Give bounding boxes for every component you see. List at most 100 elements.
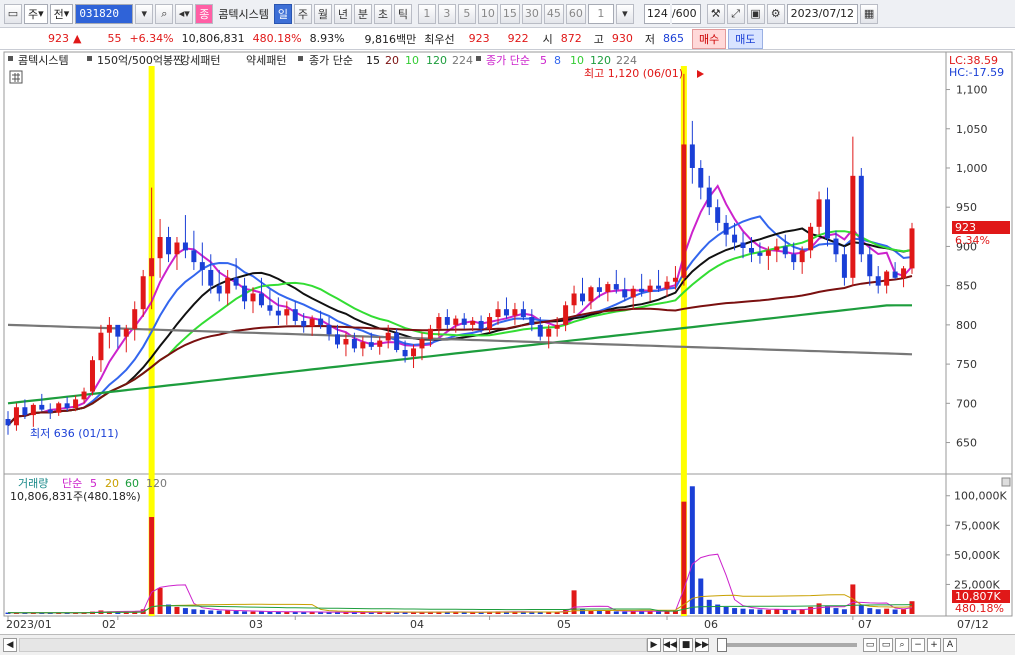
candle-body bbox=[301, 320, 307, 327]
candle-body bbox=[554, 324, 560, 329]
volume-ma-p2: 60 bbox=[125, 477, 139, 490]
date-axis-end: 07/12 bbox=[957, 618, 989, 631]
candle-body bbox=[774, 246, 780, 251]
volume-bar bbox=[867, 608, 873, 614]
candle-body bbox=[13, 407, 19, 426]
volume-bar bbox=[275, 611, 281, 614]
stop-icon[interactable]: ■ bbox=[679, 638, 693, 652]
price-axis-label: 700 bbox=[956, 397, 977, 410]
candle-body bbox=[901, 268, 907, 278]
price-chart[interactable]: 1,1001,0501,000950900850800750700650100,… bbox=[0, 0, 1015, 655]
legend-ma1-p4: 224 bbox=[452, 54, 473, 67]
volume-bar bbox=[182, 608, 188, 614]
zoom-out-icon[interactable]: ▭ bbox=[879, 638, 893, 652]
candle-body bbox=[732, 234, 738, 243]
candle-body bbox=[115, 324, 121, 337]
price-axis-label: 800 bbox=[956, 319, 977, 332]
price-axis-label: 950 bbox=[956, 201, 977, 214]
font-icon[interactable]: A bbox=[943, 638, 957, 652]
volume-bar bbox=[715, 604, 721, 614]
candle-body bbox=[258, 293, 264, 306]
grid-toggle-icon[interactable] bbox=[9, 70, 23, 84]
candle-body bbox=[816, 199, 822, 227]
candle-body bbox=[580, 293, 586, 302]
volume-bar bbox=[757, 609, 763, 614]
candle-body bbox=[343, 338, 349, 345]
candle-body bbox=[622, 289, 628, 298]
candle-body bbox=[470, 320, 476, 325]
chart-scrollbar[interactable]: ◀ ▶ ◀◀ ■ ▶▶ ▭ ▭ ⌕ − + A bbox=[0, 634, 1015, 655]
candle-body bbox=[495, 309, 501, 318]
search-icon[interactable]: ⌕ bbox=[895, 638, 909, 652]
volume-bar bbox=[225, 610, 231, 614]
price-tag-value: 923 bbox=[955, 221, 976, 234]
volume-bar bbox=[199, 609, 205, 614]
candle-body bbox=[225, 277, 231, 294]
candle-body bbox=[546, 328, 552, 337]
candle-body bbox=[630, 288, 636, 298]
price-axis-label: 850 bbox=[956, 280, 977, 293]
candle-body bbox=[596, 287, 602, 292]
candle-body bbox=[284, 309, 290, 316]
legend-pattern-1: 150억/500억봉찐 bbox=[97, 54, 183, 67]
zoom-slider[interactable] bbox=[717, 638, 857, 652]
candle-body bbox=[689, 144, 695, 168]
candle-body bbox=[351, 338, 357, 349]
candle-body bbox=[664, 281, 670, 289]
volume-bar bbox=[774, 609, 780, 614]
candle-body bbox=[833, 238, 839, 255]
minus-icon[interactable]: − bbox=[911, 638, 925, 652]
volume-bar bbox=[250, 611, 256, 614]
candle-body bbox=[512, 309, 518, 316]
candle-body bbox=[140, 276, 146, 310]
candle-body bbox=[394, 332, 400, 350]
candle-body bbox=[64, 403, 70, 409]
volume-bar bbox=[816, 603, 822, 614]
volume-bar bbox=[681, 501, 687, 614]
candle-body bbox=[757, 252, 763, 256]
candle-body bbox=[436, 317, 442, 329]
candle-body bbox=[791, 254, 797, 263]
candle-body bbox=[106, 324, 112, 333]
volume-bar bbox=[841, 609, 847, 614]
zoom-in-icon[interactable]: ▭ bbox=[863, 638, 877, 652]
plus-icon[interactable]: + bbox=[927, 638, 941, 652]
candle-body bbox=[529, 317, 535, 325]
date-axis: 2023/01 02 03 04 05 06 07 07/12 bbox=[0, 616, 1015, 634]
forward-icon[interactable]: ▶▶ bbox=[695, 638, 709, 652]
volume-bar bbox=[875, 609, 881, 614]
play-icon[interactable]: ▶ bbox=[647, 638, 661, 652]
volume-summary: 10,806,831주(480.18%) bbox=[10, 490, 141, 503]
scroll-left-icon[interactable]: ◀ bbox=[3, 638, 17, 652]
close-icon[interactable] bbox=[1001, 477, 1011, 487]
candle-body bbox=[461, 318, 467, 325]
zoom-slider-handle[interactable] bbox=[717, 638, 727, 652]
candle-body bbox=[909, 228, 915, 269]
candle-body bbox=[89, 360, 95, 392]
candle-body bbox=[605, 284, 611, 292]
candle-body bbox=[841, 254, 847, 278]
candle-body bbox=[444, 317, 450, 325]
volume-bar bbox=[267, 611, 273, 614]
candle-body bbox=[858, 175, 864, 255]
date-tick: 03 bbox=[249, 618, 263, 631]
volume-bar bbox=[723, 606, 729, 614]
candle-body bbox=[453, 318, 459, 325]
candle-body bbox=[30, 404, 36, 416]
volume-bar bbox=[149, 517, 155, 614]
scroll-track[interactable] bbox=[19, 638, 647, 652]
hc-value: HC:-17.59 bbox=[949, 66, 1004, 79]
candle-body bbox=[360, 342, 366, 349]
legend-ma1-p2: 10 bbox=[405, 54, 419, 67]
candle-body bbox=[334, 334, 340, 345]
candle-body bbox=[588, 287, 594, 302]
candle-body bbox=[233, 277, 239, 286]
volume-bar bbox=[191, 609, 197, 614]
rewind-icon[interactable]: ◀◀ bbox=[663, 638, 677, 652]
price-axis-label: 1,050 bbox=[956, 123, 988, 136]
volume-bar bbox=[174, 606, 180, 614]
candle-body bbox=[411, 348, 417, 357]
candle-body bbox=[199, 262, 205, 270]
candle-body bbox=[520, 309, 526, 318]
candle-body bbox=[706, 187, 712, 208]
